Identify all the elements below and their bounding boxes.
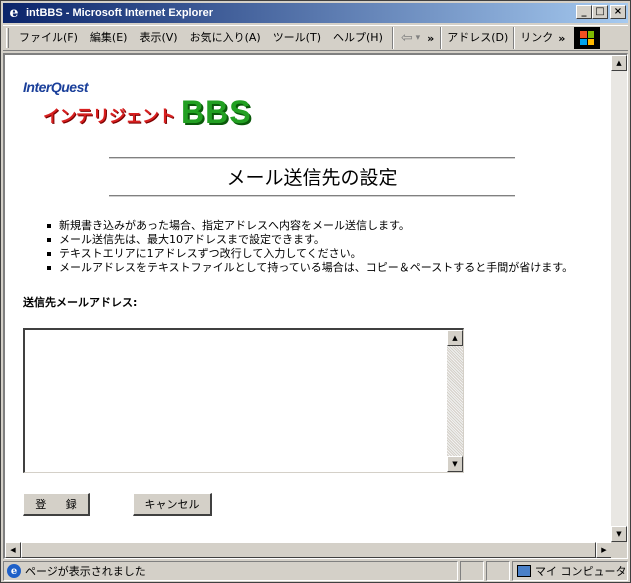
menu-help[interactable]: ヘルプ(H)	[327, 28, 389, 48]
scroll-right-button[interactable]: ▶	[596, 542, 612, 558]
browser-window: e intBBS - Microsoft Internet Explorer _…	[0, 0, 631, 583]
page-horizontal-scrollbar[interactable]: ◀ ▶	[5, 542, 612, 558]
textarea-scroll-up-button[interactable]: ▲	[447, 330, 463, 346]
page-viewport: InterQuest インテリジェント BBS メール送信先の設定 新規書き込み…	[5, 55, 612, 542]
links-chevron-icon[interactable]: »	[555, 32, 568, 45]
content-frame: InterQuest インテリジェント BBS メール送信先の設定 新規書き込み…	[3, 53, 628, 559]
toolbar-separator	[513, 27, 516, 49]
minimize-button[interactable]: _	[576, 5, 592, 19]
title-rule-bottom	[109, 195, 515, 197]
scroll-left-button[interactable]: ◀	[5, 542, 21, 558]
page-vertical-scrollbar[interactable]: ▲ ▼	[611, 55, 627, 542]
textarea-scroll-down-button[interactable]: ▼	[447, 456, 463, 472]
cancel-button[interactable]: キャンセル	[133, 493, 212, 516]
register-button[interactable]: 登 録	[23, 493, 90, 516]
menu-view[interactable]: 表示(V)	[133, 28, 183, 48]
logo-katakana-text: インテリジェント	[43, 107, 176, 127]
toolbar-separator	[391, 27, 394, 49]
logo-bbs-text: BBS	[181, 94, 252, 130]
scroll-up-button[interactable]: ▲	[611, 55, 627, 71]
list-item: メールアドレスをテキストファイルとして持っている場合は、コピー＆ペーストすると手…	[45, 261, 573, 275]
email-address-textarea[interactable]: ▲ ▼	[23, 328, 464, 473]
computer-icon	[517, 565, 531, 577]
toolbar-grip[interactable]	[6, 28, 9, 48]
address-label[interactable]: アドレス(D)	[445, 28, 510, 48]
list-item: メール送信先は、最大10アドレスまで設定できます。	[45, 233, 573, 247]
back-button[interactable]: ⇦ ▾	[397, 30, 424, 46]
list-item: 新規書き込みがあった場合、指定アドレスへ内容をメール送信します。	[45, 219, 573, 233]
ie-logo-icon: e	[9, 5, 19, 21]
status-message: ページが表示されました	[25, 565, 146, 578]
menu-bar: ファイル(F) 編集(E) 表示(V) お気に入り(A) ツール(T) ヘルプ(…	[3, 25, 628, 51]
list-item: テキストエリアに1アドレスずつ改行して入力してください。	[45, 247, 573, 261]
status-message-pane: e ページが表示されました	[3, 561, 458, 581]
info-list: 新規書き込みがあった場合、指定アドレスへ内容をメール送信します。 メール送信先は…	[45, 219, 573, 275]
window-title: intBBS - Microsoft Internet Explorer	[26, 7, 214, 19]
interquest-logo: InterQuest インテリジェント BBS	[23, 79, 273, 137]
title-rule-top	[109, 157, 515, 159]
menu-tools[interactable]: ツール(T)	[267, 28, 327, 48]
toolbar-separator	[440, 27, 443, 49]
status-pane	[486, 561, 510, 581]
page-status-icon: e	[7, 564, 21, 578]
toolbar-chevron-icon[interactable]: »	[424, 32, 437, 45]
scroll-down-button[interactable]: ▼	[611, 526, 627, 542]
logo-interquest-text: InterQuest	[23, 79, 89, 95]
window-controls: _ □ ×	[576, 5, 626, 19]
scrollbar-corner	[611, 542, 627, 558]
menu-edit[interactable]: 編集(E)	[84, 28, 134, 48]
page-title: メール送信先の設定	[226, 167, 398, 189]
back-arrow-icon: ⇦	[400, 30, 413, 46]
menu-file[interactable]: ファイル(F)	[13, 28, 84, 48]
textarea-scrollbar[interactable]: ▲ ▼	[447, 330, 463, 472]
close-button[interactable]: ×	[610, 5, 626, 19]
windows-logo-icon	[574, 27, 601, 49]
security-zone-text: マイ コンピュータ	[535, 565, 627, 578]
title-bar[interactable]: e intBBS - Microsoft Internet Explorer _…	[3, 3, 628, 23]
back-dropdown-icon: ▾	[415, 33, 421, 43]
status-pane	[460, 561, 484, 581]
security-zone-pane: マイ コンピュータ	[512, 561, 628, 581]
status-bar: e ページが表示されました マイ コンピュータ	[3, 561, 628, 581]
menu-favorites[interactable]: お気に入り(A)	[184, 28, 267, 48]
horizontal-scroll-thumb[interactable]	[21, 542, 596, 558]
maximize-button[interactable]: □	[592, 5, 608, 19]
links-label[interactable]: リンク	[518, 28, 555, 48]
email-address-label: 送信先メールアドレス:	[23, 296, 138, 309]
